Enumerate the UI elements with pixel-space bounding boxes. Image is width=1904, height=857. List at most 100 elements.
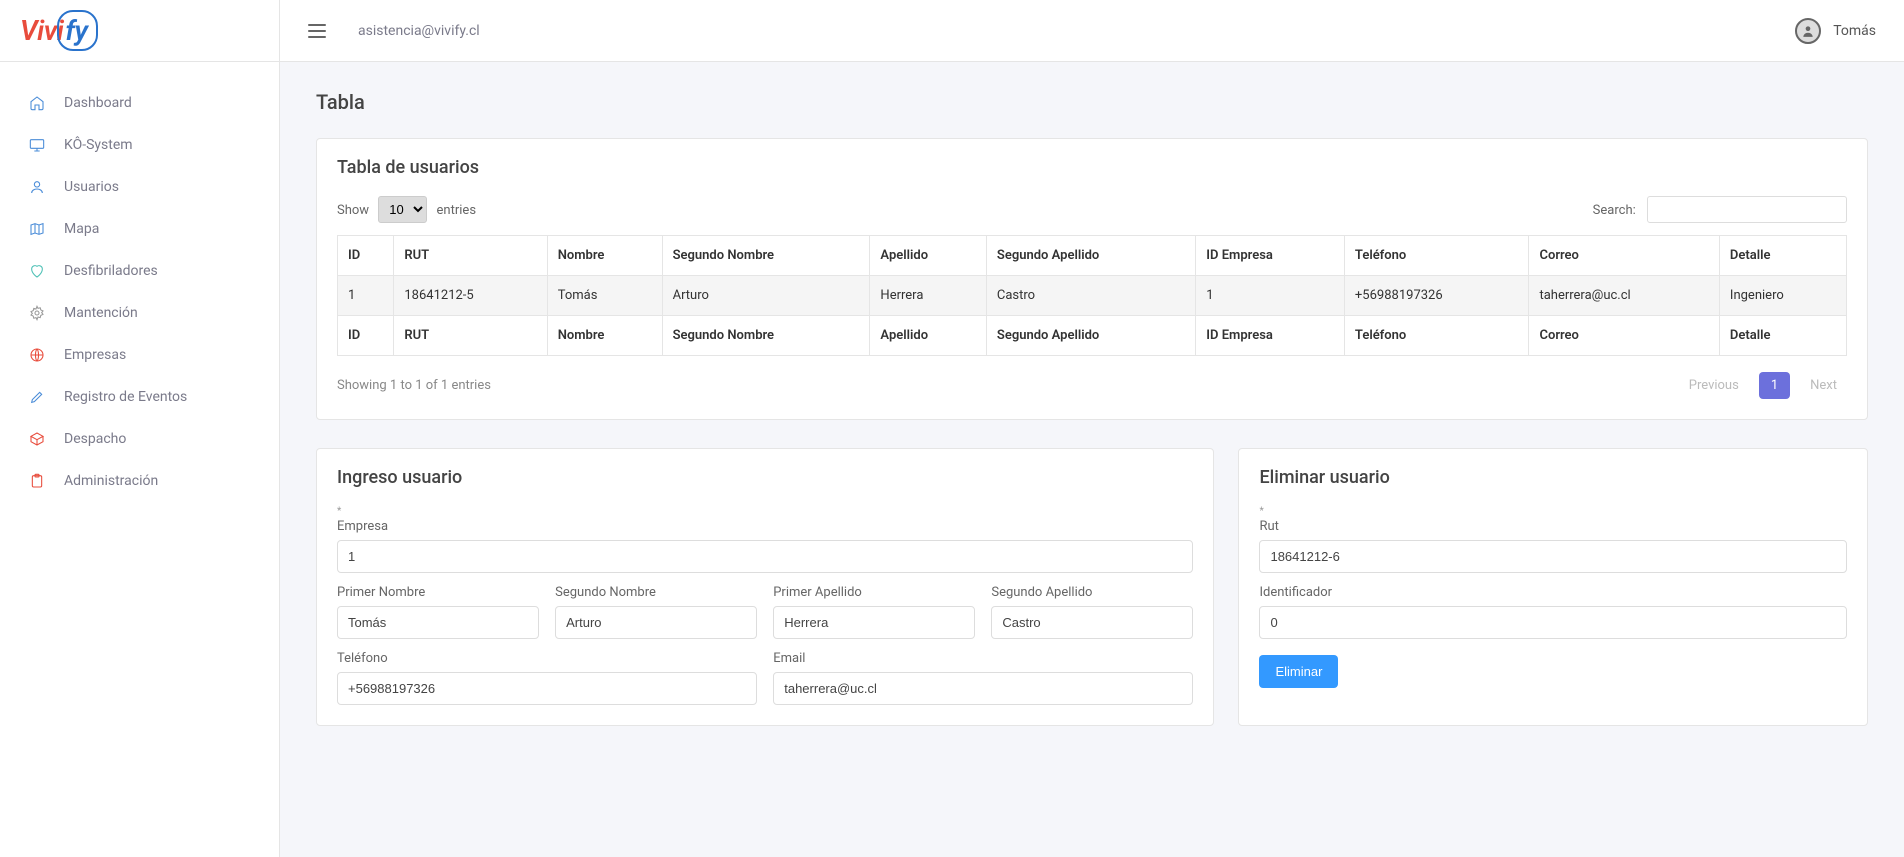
search-label: Search: [1593, 203, 1636, 218]
cell-segundo-nombre: Arturo [662, 276, 870, 316]
heart-icon [28, 262, 46, 280]
sidebar-item-label: Mapa [64, 221, 99, 237]
globe-icon [28, 346, 46, 364]
cell-correo: taherrera@uc.cl [1529, 276, 1719, 316]
primer-nombre-field[interactable] [337, 606, 539, 639]
users-table-title: Tabla de usuarios [337, 157, 1847, 178]
required-marker: * [337, 506, 1193, 517]
user-icon [28, 178, 46, 196]
sidebar-item-mapa[interactable]: Mapa [0, 208, 279, 250]
segundo-nombre-field[interactable] [555, 606, 757, 639]
ingreso-title: Ingreso usuario [337, 467, 1193, 488]
foot-id-empresa: ID Empresa [1196, 316, 1345, 356]
rut-field[interactable] [1259, 540, 1847, 573]
page-title: Tabla [316, 90, 1868, 114]
foot-segundo-nombre: Segundo Nombre [662, 316, 870, 356]
email-field[interactable] [773, 672, 1193, 705]
col-id-empresa[interactable]: ID Empresa [1196, 236, 1345, 276]
col-correo[interactable]: Correo [1529, 236, 1719, 276]
cell-segundo-apellido: Castro [986, 276, 1195, 316]
eliminar-button[interactable]: Eliminar [1259, 655, 1338, 688]
logo[interactable]: Vivify [0, 0, 279, 62]
col-segundo-nombre[interactable]: Segundo Nombre [662, 236, 870, 276]
sidebar-item-label: Despacho [64, 431, 126, 447]
empresa-label: Empresa [337, 519, 1193, 534]
foot-nombre: Nombre [547, 316, 662, 356]
col-apellido[interactable]: Apellido [870, 236, 986, 276]
sidebar-item-usuarios[interactable]: Usuarios [0, 166, 279, 208]
sidebar-item-ko-system[interactable]: KÔ-System [0, 124, 279, 166]
sidebar-item-registro-eventos[interactable]: Registro de Eventos [0, 376, 279, 418]
home-icon [28, 94, 46, 112]
prev-button[interactable]: Previous [1679, 372, 1749, 399]
cell-rut: 18641212-5 [394, 276, 547, 316]
table-search-control: Search: [1593, 196, 1847, 223]
sidebar-item-label: Mantención [64, 305, 138, 321]
cell-detalle: Ingeniero [1719, 276, 1846, 316]
gear-icon [28, 304, 46, 322]
rut-label: Rut [1259, 519, 1847, 534]
sidebar-item-mantencion[interactable]: Mantención [0, 292, 279, 334]
empresa-field[interactable] [337, 540, 1193, 573]
sidebar-item-administracion[interactable]: Administración [0, 460, 279, 502]
telefono-label: Teléfono [337, 651, 757, 666]
sidebar-item-label: Usuarios [64, 179, 119, 195]
foot-apellido: Apellido [870, 316, 986, 356]
foot-correo: Correo [1529, 316, 1719, 356]
sidebar-item-dashboard[interactable]: Dashboard [0, 82, 279, 124]
sidebar-item-label: KÔ-System [64, 137, 133, 153]
clipboard-icon [28, 472, 46, 490]
cell-id: 1 [338, 276, 394, 316]
assistance-email: asistencia@vivify.cl [358, 23, 480, 39]
col-nombre[interactable]: Nombre [547, 236, 662, 276]
pencil-icon [28, 388, 46, 406]
foot-segundo-apellido: Segundo Apellido [986, 316, 1195, 356]
foot-detalle: Detalle [1719, 316, 1846, 356]
box-icon [28, 430, 46, 448]
username: Tomás [1833, 23, 1876, 39]
sidebar-item-label: Empresas [64, 347, 126, 363]
primer-apellido-field[interactable] [773, 606, 975, 639]
length-prefix: Show [337, 203, 369, 218]
segundo-apellido-label: Segundo Apellido [991, 585, 1193, 600]
ingreso-usuario-card: Ingreso usuario * Empresa Primer Nombre [316, 448, 1214, 726]
sidebar-item-despacho[interactable]: Despacho [0, 418, 279, 460]
col-rut[interactable]: RUT [394, 236, 547, 276]
length-suffix: entries [437, 203, 477, 218]
segundo-apellido-field[interactable] [991, 606, 1193, 639]
pagination: Previous 1 Next [1679, 372, 1847, 399]
monitor-icon [28, 136, 46, 154]
col-telefono[interactable]: Teléfono [1344, 236, 1529, 276]
table-info: Showing 1 to 1 of 1 entries [337, 378, 491, 393]
hamburger-icon[interactable] [308, 24, 326, 38]
next-button[interactable]: Next [1800, 372, 1847, 399]
sidebar-item-desfibriladores[interactable]: Desfibriladores [0, 250, 279, 292]
sidebar-item-label: Desfibriladores [64, 263, 158, 279]
table-row[interactable]: 1 18641212-5 Tomás Arturo Herrera Castro… [338, 276, 1847, 316]
map-icon [28, 220, 46, 238]
page-1-button[interactable]: 1 [1759, 372, 1790, 399]
logo-part2: fy [65, 14, 87, 47]
telefono-field[interactable] [337, 672, 757, 705]
col-detalle[interactable]: Detalle [1719, 236, 1846, 276]
foot-rut: RUT [394, 316, 547, 356]
sidebar-item-label: Dashboard [64, 95, 132, 111]
email-label: Email [773, 651, 1193, 666]
cell-id-empresa: 1 [1196, 276, 1345, 316]
length-select[interactable]: 10 [378, 196, 427, 223]
eliminar-title: Eliminar usuario [1259, 467, 1847, 488]
user-menu[interactable]: Tomás [1795, 18, 1876, 44]
search-input[interactable] [1647, 196, 1847, 223]
topbar: asistencia@vivify.cl Tomás [280, 0, 1904, 62]
foot-id: ID [338, 316, 394, 356]
sidebar-item-empresas[interactable]: Empresas [0, 334, 279, 376]
eliminar-usuario-card: Eliminar usuario * Rut Identificador Eli… [1238, 448, 1868, 726]
col-id[interactable]: ID [338, 236, 394, 276]
foot-telefono: Teléfono [1344, 316, 1529, 356]
col-segundo-apellido[interactable]: Segundo Apellido [986, 236, 1195, 276]
identificador-field[interactable] [1259, 606, 1847, 639]
identificador-label: Identificador [1259, 585, 1847, 600]
sidebar-item-label: Administración [64, 473, 158, 489]
cell-telefono: +56988197326 [1344, 276, 1529, 316]
table-length-control: Show 10 entries [337, 196, 476, 223]
